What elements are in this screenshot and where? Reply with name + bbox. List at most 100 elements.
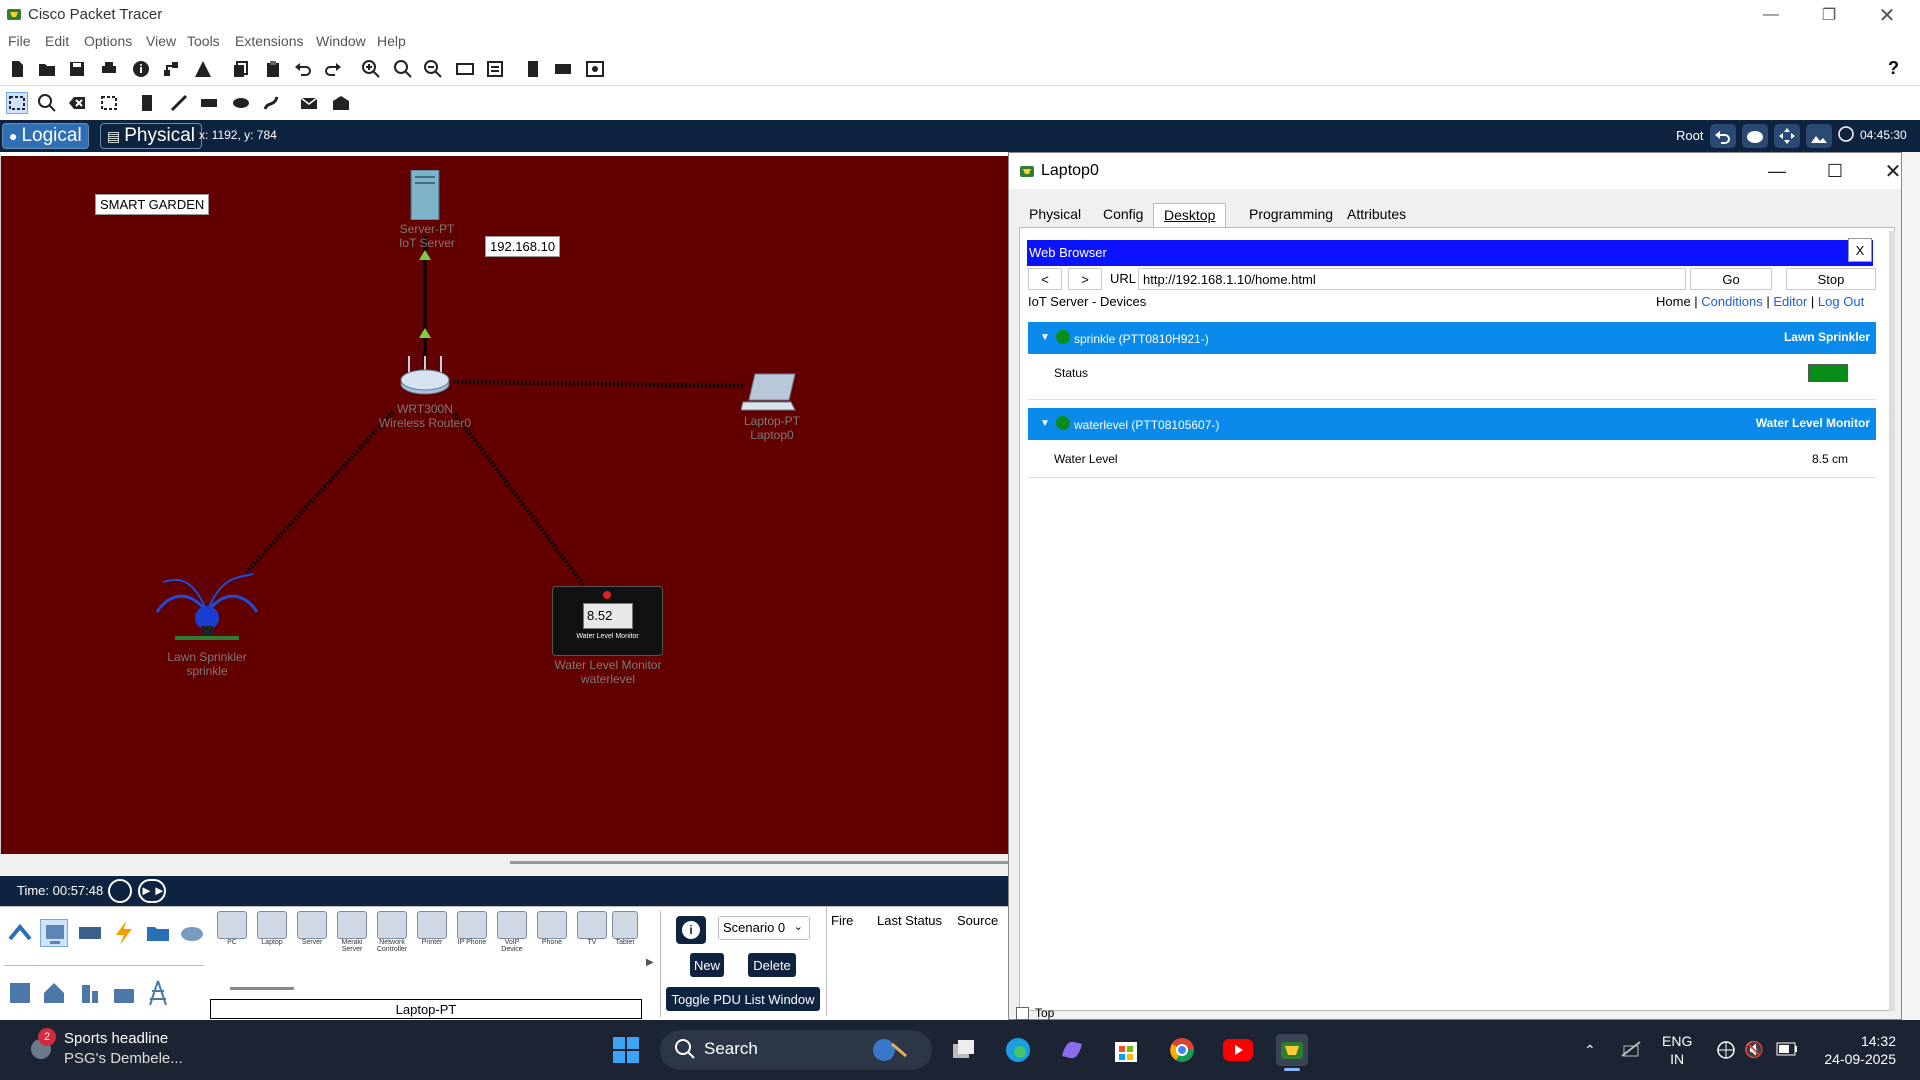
copilot-icon[interactable] — [1056, 1034, 1088, 1066]
tab-physical[interactable]: ▤ Physical — [100, 123, 202, 149]
youtube-icon[interactable] — [1222, 1034, 1254, 1066]
sprinkle-device-bar[interactable]: ▼ sprinkle (PTT0810H921-) Lawn Sprinkler — [1028, 322, 1876, 354]
device-dialog-icon[interactable] — [552, 58, 574, 80]
end-device-subtype-icon[interactable] — [6, 979, 34, 1007]
menu-file[interactable]: File — [8, 33, 31, 49]
new-file-icon[interactable] — [6, 58, 28, 80]
drawing-palette-icon[interactable] — [454, 58, 476, 80]
tab-desktop[interactable]: Desktop — [1153, 203, 1227, 227]
help-icon[interactable]: ? — [1888, 58, 1899, 79]
background-image-icon[interactable] — [1806, 124, 1832, 148]
delete-scenario-button[interactable]: Delete — [748, 953, 796, 977]
logical-workspace[interactable]: SMART GARDEN 192.168.10 Server-PT IoT Se… — [0, 152, 1008, 854]
chrome-icon[interactable] — [1166, 1034, 1198, 1066]
home-subtype-icon[interactable] — [40, 979, 68, 1007]
link-conditions[interactable]: Conditions — [1701, 294, 1762, 309]
menu-tools[interactable]: Tools — [187, 33, 220, 49]
chevron-up-icon[interactable]: ⌃ — [1584, 1042, 1596, 1059]
server-device-button[interactable]: Server — [294, 911, 330, 953]
taskbar-search[interactable]: Search — [660, 1030, 932, 1070]
connections-category-icon[interactable] — [110, 919, 138, 947]
resize-icon[interactable] — [98, 92, 120, 114]
browser-forward-button[interactable]: > — [1068, 268, 1102, 290]
open-folder-icon[interactable] — [36, 58, 58, 80]
draw-rectangle-icon[interactable] — [198, 92, 220, 114]
select-icon[interactable] — [6, 92, 28, 114]
laptop-device-button[interactable]: Laptop — [254, 911, 290, 953]
activity-wizard-icon[interactable] — [192, 58, 214, 80]
miscellaneous-category-icon[interactable] — [144, 919, 172, 947]
network-info-icon[interactable] — [160, 58, 182, 80]
smart-city-subtype-icon[interactable] — [76, 979, 104, 1007]
add-simple-pdu-icon[interactable] — [298, 92, 320, 114]
place-note-icon[interactable] — [136, 92, 158, 114]
tab-physical-config[interactable]: Physical — [1019, 203, 1091, 227]
tv-device-button[interactable]: TV — [574, 911, 610, 953]
toggle-pdu-list-button[interactable]: Toggle PDU List Window — [666, 987, 820, 1011]
copy-icon[interactable] — [230, 58, 252, 80]
desktop-scrollbar[interactable] — [1889, 231, 1895, 1011]
save-icon[interactable] — [66, 58, 88, 80]
restore-icon[interactable]: ❐ — [1800, 0, 1858, 30]
industrial-subtype-icon[interactable] — [110, 979, 138, 1007]
root-breadcrumb[interactable]: Root — [1676, 128, 1703, 143]
url-input[interactable] — [1138, 268, 1686, 290]
freeform-icon[interactable] — [260, 92, 282, 114]
tab-config[interactable]: Config — [1093, 203, 1153, 227]
custom-devices-icon[interactable] — [484, 58, 506, 80]
iot-server-device[interactable] — [409, 169, 441, 221]
wireless-router-device[interactable] — [399, 356, 451, 400]
battery-icon[interactable] — [1776, 1042, 1798, 1059]
redo-icon[interactable] — [322, 58, 344, 80]
tablet-device-button[interactable]: Tablet — [610, 911, 640, 953]
language-indicator[interactable]: ENG IN — [1662, 1032, 1692, 1068]
network-controller-device-button[interactable]: Network Controller — [374, 911, 410, 953]
go-button[interactable]: Go — [1690, 268, 1772, 290]
menu-help[interactable]: Help — [377, 33, 406, 49]
zoom-in-icon[interactable] — [360, 58, 382, 80]
pc-device-button[interactable]: PC — [214, 911, 250, 953]
link-log-out[interactable]: Log Out — [1818, 294, 1864, 309]
tab-attributes[interactable]: Attributes — [1337, 203, 1416, 227]
volume-muted-icon[interactable]: 🔇 — [1744, 1040, 1764, 1060]
web-browser-close-button[interactable]: X — [1848, 238, 1872, 262]
cloud-icon[interactable] — [1742, 124, 1768, 148]
menu-window[interactable]: Window — [316, 33, 366, 49]
voip-device-button[interactable]: VoIP Device — [494, 911, 530, 953]
windows-start-icon[interactable] — [610, 1034, 642, 1066]
menu-options[interactable]: Options — [84, 33, 132, 49]
ip-note[interactable]: 192.168.10 — [485, 236, 561, 257]
phone-device-button[interactable]: Phone — [534, 911, 570, 953]
components-category-icon[interactable] — [76, 919, 104, 947]
edge-browser-icon[interactable] — [1002, 1034, 1034, 1066]
view-palette-icon[interactable] — [584, 58, 606, 80]
notes-icon[interactable] — [522, 58, 544, 80]
menu-edit[interactable]: Edit — [45, 33, 69, 49]
printer-device-button[interactable]: Printer — [414, 911, 450, 953]
fast-forward-icon[interactable]: ►► — [138, 879, 166, 903]
viewport-icon[interactable] — [1838, 126, 1854, 142]
back-icon[interactable] — [1710, 124, 1736, 148]
workspace-horizontal-scrollbar[interactable] — [510, 861, 1008, 864]
scenario-select[interactable]: Scenario 0 ⌄ — [718, 916, 810, 940]
meraki-server-device-button[interactable]: Meraki Server — [334, 911, 370, 953]
inspect-icon[interactable] — [36, 92, 58, 114]
browser-back-button[interactable]: < — [1028, 268, 1062, 290]
paste-icon[interactable] — [262, 58, 284, 80]
delete-icon[interactable] — [66, 92, 88, 114]
device-list-scrollbar[interactable] — [230, 987, 294, 990]
link-editor[interactable]: Editor — [1773, 294, 1807, 309]
power-cycle-icon[interactable] — [108, 879, 132, 903]
top-checkbox[interactable]: Top — [1016, 1006, 1054, 1020]
ip-phone-device-button[interactable]: IP Phone — [454, 911, 490, 953]
laptop-device[interactable] — [740, 372, 799, 412]
packet-tracer-taskbar-icon[interactable] — [1276, 1034, 1308, 1066]
multiuser-category-icon[interactable] — [178, 919, 206, 947]
draw-line-icon[interactable] — [168, 92, 190, 114]
new-scenario-button[interactable]: New — [690, 953, 724, 977]
link-home[interactable]: Home — [1656, 294, 1691, 309]
network-devices-category-icon[interactable] — [6, 919, 34, 947]
tab-programming[interactable]: Programming — [1239, 203, 1343, 227]
top-checkbox-box[interactable] — [1016, 1006, 1029, 1020]
print-icon[interactable] — [98, 58, 120, 80]
